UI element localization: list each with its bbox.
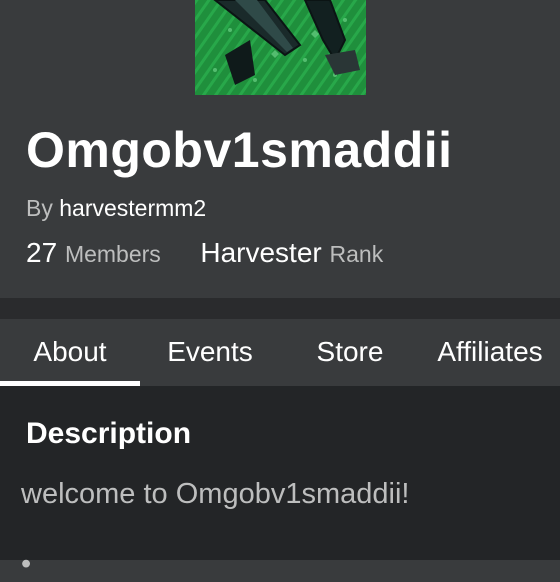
- group-tabs: About Events Store Affiliates: [0, 319, 560, 386]
- owner-prefix: By: [26, 195, 53, 221]
- rank-label: Rank: [329, 241, 384, 267]
- tab-events[interactable]: Events: [140, 319, 280, 386]
- rank-value: Harvester: [200, 237, 322, 268]
- members-count: 27: [26, 237, 58, 268]
- group-title: Omgobv1smaddii: [26, 122, 453, 178]
- tab-store[interactable]: Store: [280, 319, 420, 386]
- description-text: welcome to Omgobv1smaddii!: [21, 478, 410, 510]
- description-heading: Description: [26, 417, 192, 450]
- owner-row: By harvestermm2: [26, 194, 206, 222]
- about-content: Description welcome to Omgobv1smaddii! •: [0, 386, 560, 580]
- section-divider: [0, 298, 560, 319]
- group-header: Omgobv1smaddii By harvestermm2 27 Member…: [0, 0, 560, 298]
- owner-link[interactable]: harvestermm2: [59, 195, 206, 221]
- emblem-art: [195, 0, 366, 95]
- tab-affiliates[interactable]: Affiliates: [420, 319, 560, 386]
- tab-about[interactable]: About: [0, 319, 140, 386]
- group-emblem-image[interactable]: [195, 0, 366, 95]
- members-label: Members: [64, 241, 161, 267]
- description-next-line: •: [21, 548, 32, 580]
- group-stats: 27 Members Harvester Rank: [26, 236, 383, 271]
